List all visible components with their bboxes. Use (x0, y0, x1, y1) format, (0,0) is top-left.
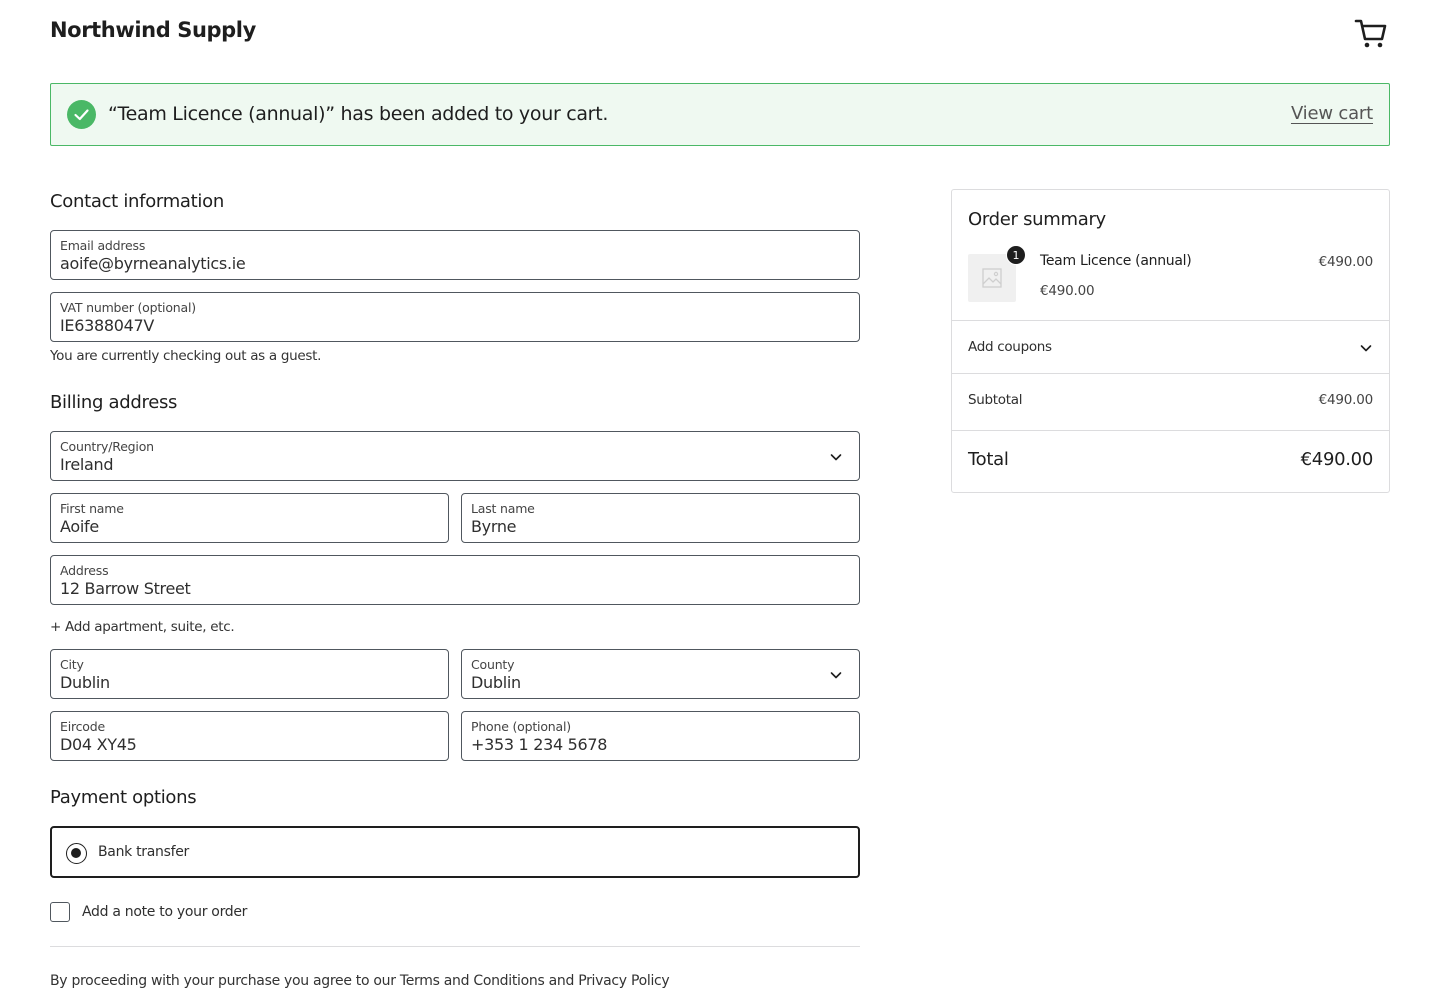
legal-notice: By proceeding with your purchase you agr… (50, 973, 670, 989)
view-cart-link[interactable]: View cart (1291, 103, 1373, 124)
legal-prefix: By proceeding with your purchase you agr… (50, 973, 400, 989)
vat-field[interactable]: VAT number (optional) IE6388047V (50, 292, 860, 342)
item-name: Team Licence (annual) (1040, 253, 1192, 269)
terms-link[interactable]: Terms and Conditions (400, 973, 545, 989)
order-summary: Order summary 1 Team Licence (annual) €4… (951, 189, 1390, 493)
add-apartment-link[interactable]: + Add apartment, suite, etc. (50, 619, 235, 635)
email-value: aoife@byrneanalytics.ie (60, 254, 246, 273)
address-label: Address (60, 563, 109, 578)
country-label: Country/Region (60, 439, 154, 454)
summary-divider (952, 430, 1389, 431)
eircode-field[interactable]: Eircode D04 XY45 (50, 711, 449, 761)
order-note-checkbox[interactable] (50, 902, 70, 922)
billing-section-title: Billing address (50, 392, 178, 413)
divider (50, 946, 860, 947)
item-unit-price: €490.00 (1040, 283, 1095, 299)
add-coupons-label: Add coupons (968, 339, 1052, 355)
address-field[interactable]: Address 12 Barrow Street (50, 555, 860, 605)
chevron-down-icon (830, 454, 842, 461)
eircode-value: D04 XY45 (60, 735, 137, 754)
chevron-down-icon (830, 672, 842, 679)
last-name-label: Last name (471, 501, 535, 516)
chevron-down-icon (1360, 345, 1372, 352)
legal-and: and (544, 973, 579, 989)
country-value: Ireland (60, 455, 114, 474)
phone-value: +353 1 234 5678 (471, 735, 608, 754)
cart-icon[interactable] (1354, 16, 1388, 50)
image-placeholder-icon (982, 268, 1002, 288)
guest-note: You are currently checking out as a gues… (50, 348, 322, 364)
county-label: County (471, 657, 515, 672)
county-select[interactable]: County Dublin (461, 649, 860, 699)
first-name-field[interactable]: First name Aoife (50, 493, 449, 543)
city-value: Dublin (60, 673, 110, 692)
radio-selected-dot (71, 848, 81, 858)
item-line-price: €490.00 (1318, 254, 1374, 270)
cart-notice: “Team Licence (annual)” has been added t… (50, 83, 1390, 146)
summary-divider (952, 373, 1389, 374)
first-name-label: First name (60, 501, 124, 516)
notice-message: “Team Licence (annual)” has been added t… (108, 103, 609, 125)
site-title[interactable]: Northwind Supply (50, 18, 256, 42)
city-field[interactable]: City Dublin (50, 649, 449, 699)
vat-label: VAT number (optional) (60, 300, 196, 315)
order-summary-title: Order summary (968, 209, 1106, 230)
address-value: 12 Barrow Street (60, 579, 191, 598)
total-value: €490.00 (1300, 449, 1374, 470)
add-coupons-toggle[interactable]: Add coupons (952, 321, 1389, 374)
quantity-badge: 1 (1006, 245, 1026, 265)
site-header: Northwind Supply (50, 0, 1390, 66)
payment-option-bank-transfer[interactable]: Bank transfer (50, 826, 860, 878)
privacy-link[interactable]: Privacy Policy (578, 973, 670, 989)
country-select[interactable]: Country/Region Ireland (50, 431, 860, 481)
eircode-label: Eircode (60, 719, 105, 734)
email-label: Email address (60, 238, 146, 253)
contact-section-title: Contact information (50, 191, 224, 212)
first-name-value: Aoife (60, 517, 99, 536)
last-name-field[interactable]: Last name Byrne (461, 493, 860, 543)
total-label: Total (968, 449, 1009, 470)
subtotal-label: Subtotal (968, 392, 1023, 408)
phone-label: Phone (optional) (471, 719, 571, 734)
check-circle-icon (67, 100, 96, 129)
phone-field[interactable]: Phone (optional) +353 1 234 5678 (461, 711, 860, 761)
vat-value: IE6388047V (60, 316, 155, 335)
payment-section-title: Payment options (50, 787, 197, 808)
email-field[interactable]: Email address aoife@byrneanalytics.ie (50, 230, 860, 280)
last-name-value: Byrne (471, 517, 517, 536)
bank-transfer-radio[interactable] (66, 843, 87, 864)
order-note-label[interactable]: Add a note to your order (82, 904, 247, 920)
subtotal-value: €490.00 (1318, 392, 1374, 408)
county-value: Dublin (471, 673, 521, 692)
bank-transfer-label: Bank transfer (98, 844, 190, 860)
city-label: City (60, 657, 84, 672)
